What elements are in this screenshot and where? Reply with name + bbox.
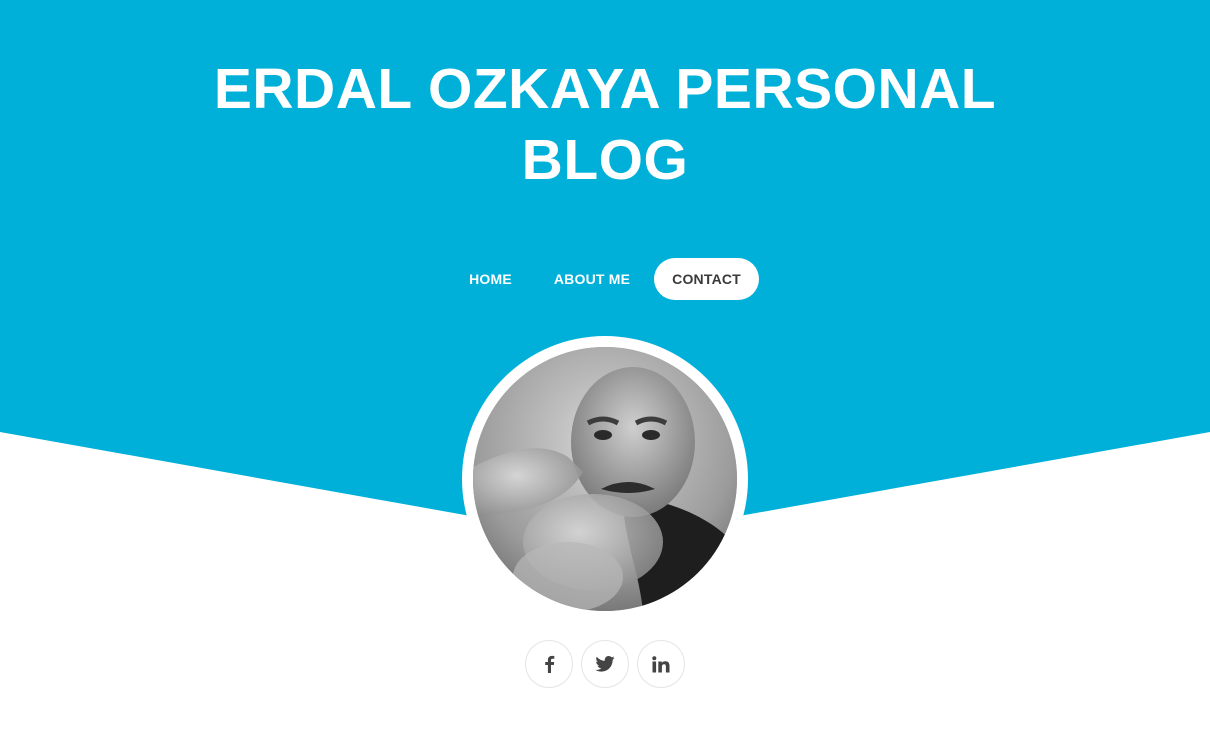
page: ERDAL OZKAYA PERSONAL BLOG HOME ABOUT ME… [0, 0, 1210, 739]
social-links [0, 640, 1210, 688]
nav-item-about-me[interactable]: ABOUT ME [536, 258, 648, 300]
linkedin-icon [652, 655, 670, 672]
site-title[interactable]: ERDAL OZKAYA PERSONAL BLOG [205, 54, 1005, 196]
avatar-frame [462, 336, 748, 622]
nav-item-contact[interactable]: CONTACT [654, 258, 759, 300]
linkedin-button[interactable] [637, 640, 685, 688]
twitter-icon [595, 656, 615, 672]
avatar-portrait-image [473, 347, 737, 611]
facebook-icon [545, 655, 555, 673]
facebook-button[interactable] [525, 640, 573, 688]
avatar [473, 347, 737, 611]
nav-item-home[interactable]: HOME [451, 258, 530, 300]
main-navigation: HOME ABOUT ME CONTACT [0, 258, 1210, 300]
twitter-button[interactable] [581, 640, 629, 688]
